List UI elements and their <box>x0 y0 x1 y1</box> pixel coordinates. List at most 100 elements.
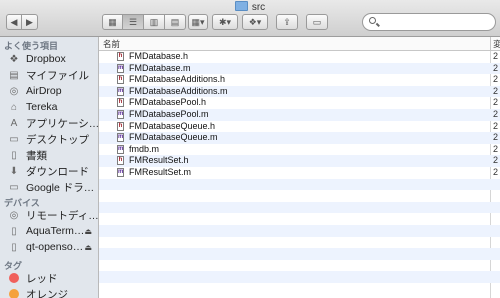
dropbox-button[interactable]: ❖▾ <box>242 14 268 30</box>
sidebar-item-label: qt-openso… <box>26 241 84 253</box>
file-date: 2 <box>493 132 499 143</box>
file-list: 名前 変 h FMDatabase.h 2 m FMDatabase.m 2 h FMData… <box>99 37 500 298</box>
tag-dot-orange-icon <box>8 288 20 298</box>
file-row[interactable]: h FMDatabaseAdditions.h 2 <box>99 74 500 86</box>
sidebar-item-label: Dropbox <box>26 53 66 65</box>
file-name: FMResultSet.h <box>129 155 189 166</box>
sidebar-item-remote-disc[interactable]: ◎ リモートディ… <box>8 207 98 223</box>
file-date: 2 <box>493 85 499 96</box>
file-row[interactable]: m FMDatabaseAdditions.m 2 <box>99 85 500 98</box>
sidebar-item-home[interactable]: ⌂ Tereka <box>8 99 98 115</box>
file-row[interactable]: h FMDatabasePool.h 2 <box>99 97 500 109</box>
applications-icon: A <box>10 117 18 129</box>
toolbar: src ◀ ▶ ▦ ☰ ▥ ▤ ▦▾ ✱▾ ❖▾ ⇪ ▭ <box>0 0 500 37</box>
back-button[interactable]: ◀ <box>6 14 22 30</box>
tag-icon: ▭ <box>312 16 322 27</box>
sidebar-item-label: レッド <box>26 272 58 285</box>
tag-dot-red-icon <box>8 272 20 284</box>
eject-icon[interactable]: ⏏ <box>84 243 92 252</box>
file-row[interactable]: m FMDatabaseQueue.m 2 <box>99 132 500 144</box>
sidebar-item-tag-red[interactable]: レッド <box>8 270 98 286</box>
file-date: 2 <box>493 166 499 177</box>
icon-view-button[interactable]: ▦ <box>102 14 123 30</box>
desktop-icon: ▭ <box>9 133 19 145</box>
column-view-button[interactable]: ▥ <box>144 14 165 30</box>
list-view-button[interactable]: ☰ <box>123 14 144 30</box>
sidebar-item-label: Tereka <box>26 101 58 113</box>
sidebar-item-dropbox[interactable]: ❖ Dropbox <box>8 51 98 67</box>
sidebar-item-label: AirDrop <box>26 85 62 97</box>
sidebar-item-label: 書類 <box>26 149 47 162</box>
coverflow-view-icon: ▤ <box>170 16 180 27</box>
header-file-icon: h <box>117 75 124 85</box>
file-name: FMDatabasePool.h <box>129 97 207 108</box>
file-row[interactable]: m fmdb.m 2 <box>99 144 500 156</box>
coverflow-view-button[interactable]: ▤ <box>165 14 186 30</box>
column-view-icon: ▥ <box>149 16 159 27</box>
all-files-icon: ▤ <box>9 69 19 81</box>
source-file-icon: m <box>117 63 124 73</box>
downloads-icon: ⬇ <box>9 165 19 177</box>
arrange-icon: ▦▾ <box>191 16 205 27</box>
view-mode-control: ▦ ☰ ▥ ▤ <box>102 14 186 30</box>
empty-row <box>99 283 500 295</box>
file-row[interactable]: h FMDatabase.h 2 <box>99 51 500 63</box>
folder-icon: ▭ <box>9 181 19 193</box>
file-name: FMDatabase.m <box>129 62 191 73</box>
file-date: 2 <box>493 143 499 154</box>
file-name: FMDatabaseAdditions.m <box>129 85 228 96</box>
disk-icon: ▯ <box>11 241 17 253</box>
dropbox-icon: ❖ <box>9 53 19 65</box>
dropbox-icon: ❖▾ <box>248 16 262 27</box>
file-row[interactable]: m FMDatabasePool.m 2 <box>99 108 500 121</box>
nav-buttons: ◀ ▶ <box>6 14 38 30</box>
header-file-icon: h <box>117 52 124 61</box>
source-file-icon: m <box>117 86 124 96</box>
share-button[interactable]: ⇪ <box>276 14 298 30</box>
arrange-button[interactable]: ▦▾ <box>188 14 208 30</box>
file-row[interactable]: h FMResultSet.h 2 <box>99 155 500 167</box>
file-row[interactable]: m FMDatabase.m 2 <box>99 62 500 75</box>
sidebar-item-all-files[interactable]: ▤ マイファイル <box>8 67 98 83</box>
sidebar-item-label: AquaTerm… <box>26 225 85 237</box>
forward-button[interactable]: ▶ <box>22 14 38 30</box>
date-column-header[interactable]: 変 <box>493 38 500 50</box>
sidebar-item-documents[interactable]: ▯ 書類 <box>8 147 98 163</box>
file-name: FMDatabaseAdditions.h <box>129 74 226 85</box>
search-field[interactable] <box>362 13 496 31</box>
empty-row <box>99 213 500 225</box>
sidebar-item-label: リモートディ… <box>26 209 98 222</box>
sidebar-item-airdrop[interactable]: ◎ AirDrop <box>8 83 98 99</box>
header-file-icon: h <box>117 156 124 166</box>
sidebar-item-aquaterm[interactable]: ▯ AquaTerm… ⏏ <box>8 223 98 239</box>
column-divider[interactable] <box>490 37 491 50</box>
window-title: src <box>0 1 500 13</box>
sidebar-item-label: Google ドラ… <box>26 181 95 194</box>
empty-row <box>99 237 500 249</box>
sidebar-item-applications[interactable]: A アプリケーシ… <box>8 115 98 131</box>
file-date: 2 <box>493 108 499 119</box>
name-column-header[interactable]: 名前 <box>103 38 120 50</box>
sidebar-item-downloads[interactable]: ⬇ ダウンロード <box>8 163 98 179</box>
sidebar-item-desktop[interactable]: ▭ デスクトップ <box>8 131 98 147</box>
action-button[interactable]: ✱▾ <box>212 14 238 30</box>
header-file-icon: h <box>117 121 124 131</box>
file-date: 2 <box>493 155 499 166</box>
chevron-left-icon: ◀ <box>10 16 18 27</box>
eject-icon[interactable]: ⏏ <box>84 227 92 236</box>
source-file-icon: m <box>117 109 124 119</box>
file-row[interactable]: m FMResultSet.m 2 <box>99 167 500 179</box>
source-file-icon: m <box>117 167 124 177</box>
list-view-icon: ☰ <box>128 16 138 27</box>
icon-view-icon: ▦ <box>108 16 117 27</box>
remote-disc-icon: ◎ <box>9 209 19 221</box>
file-date: 2 <box>493 120 499 131</box>
search-icon <box>369 17 376 24</box>
tag-button[interactable]: ▭ <box>306 14 328 30</box>
sidebar-item-label: オレンジ <box>26 288 68 298</box>
sidebar-item-google-drive[interactable]: ▭ Google ドラ… <box>8 179 98 195</box>
sidebar-item-qt-opensource[interactable]: ▯ qt-openso… ⏏ <box>8 239 98 255</box>
chevron-right-icon: ▶ <box>26 16 33 27</box>
sidebar-item-tag-orange[interactable]: オレンジ <box>8 286 98 298</box>
file-row[interactable]: h FMDatabaseQueue.h 2 <box>99 121 500 133</box>
